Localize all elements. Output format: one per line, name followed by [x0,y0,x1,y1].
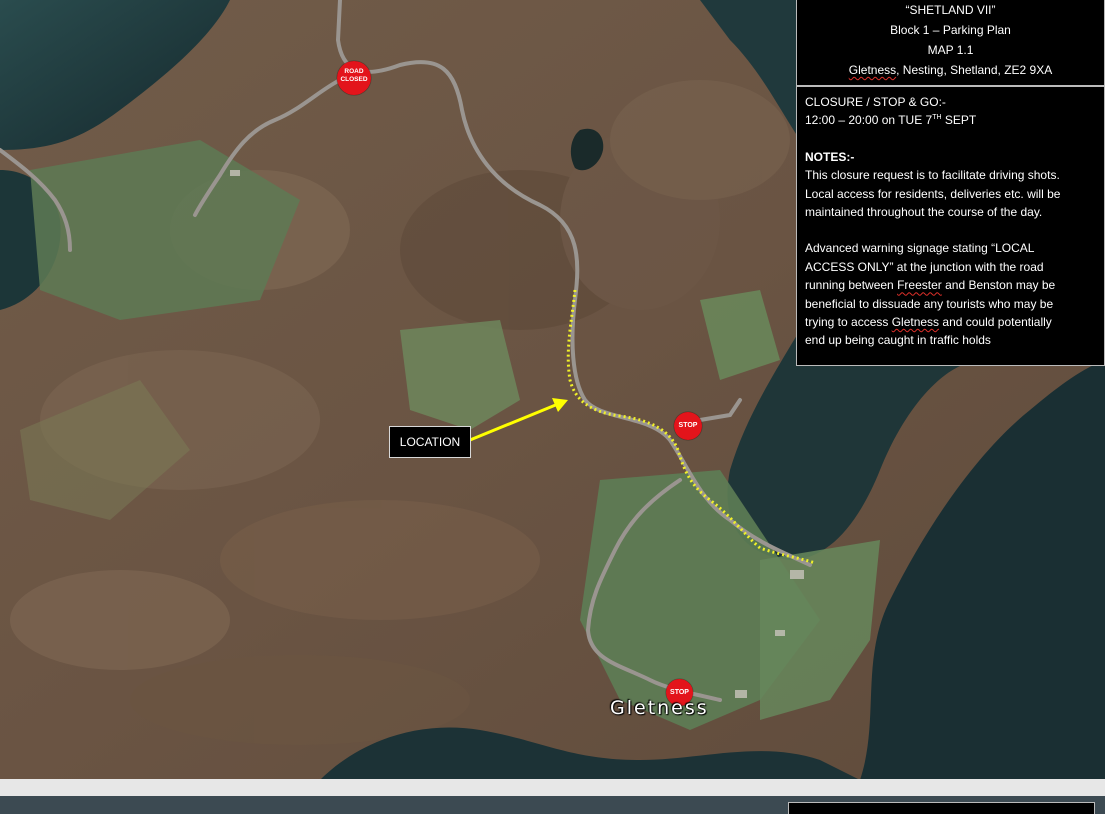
para1-line2: Local access for residents, deliveries e… [805,186,1061,201]
para2-line3a: running between [805,278,898,293]
page-gap-strip [0,779,1105,796]
gletness-word: Gletness [891,315,940,330]
next-page-title-box [788,802,1095,814]
stop-sign-north: STOP [674,412,702,440]
title-line-1: “SHETLAND VII” [905,3,996,17]
map-stage: “SHETLAND VII” Block 1 – Parking Plan MA… [0,0,1105,814]
notes-heading: NOTES:- [805,149,855,164]
title-address: Gletness, Nesting, Shetland, ZE2 9XA [797,60,1104,80]
closure-time: 12:00 – 20:00 on TUE 7TH SEPT [805,111,1098,129]
address-place: Gletness [848,63,897,77]
location-label-box: LOCATION [389,426,471,458]
closure-time-prefix: 12:00 – 20:00 on TUE 7 [805,113,933,128]
closure-heading: CLOSURE / STOP & GO:- [805,95,946,109]
road-closed-sign: ROAD CLOSED [337,61,371,95]
para2-line1: Advanced warning signage stating “LOCAL [805,241,1035,256]
address-rest: , Nesting, Shetland, ZE2 9XA [896,63,1053,77]
para2-line2: ACCESS ONLY” at the junction with the ro… [805,259,1044,274]
para2-line5c: and could potentially [939,315,1052,330]
closure-time-suffix: SEPT [941,113,977,128]
para2-line3c: and Benston may be [941,278,1056,293]
para2-line5: trying to access Gletness and could pote… [805,313,1098,331]
para2-line6: end up being caught in traffic holds [805,333,991,348]
title-line-2: Block 1 – Parking Plan [890,23,1011,37]
title-box: “SHETLAND VII” Block 1 – Parking Plan MA… [796,0,1105,86]
para2-line4: beneficial to dissuade any tourists who … [805,296,1054,311]
para1-line1: This closure request is to facilitate dr… [805,168,1060,183]
notes-box: CLOSURE / STOP & GO:- 12:00 – 20:00 on T… [796,86,1105,366]
title-line-3: MAP 1.1 [927,43,974,57]
road-closed-line1: ROAD [344,68,364,75]
para2-line3: running between Freester and Benston may… [805,276,1098,294]
freester-word: Freester [897,278,942,293]
road-closed-line2: CLOSED [340,76,368,83]
para2-line5a: trying to access [805,315,892,330]
closure-time-sup: TH [932,114,942,122]
place-label-gletness: Gletness [610,697,709,719]
para1-line3: maintained throughout the course of the … [805,205,1043,220]
